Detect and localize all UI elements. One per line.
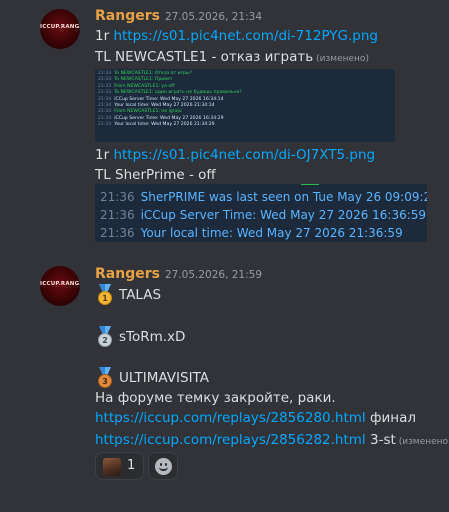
message-2: ICCUP.RANGERS Rangers 27.05.2026, 21:59 bbox=[0, 260, 449, 490]
message-line: 1r https://s01.pic4net.com/di-OJ7XT5.png bbox=[95, 146, 375, 164]
message-line: На форуме темку закройте, раки. bbox=[95, 389, 336, 407]
replay-label: 3-st bbox=[365, 432, 396, 448]
edited-label: (изменено) bbox=[316, 54, 369, 64]
replay-link-2[interactable]: https://iccup.com/replays/2856282.html bbox=[95, 432, 366, 448]
add-reaction-button[interactable] bbox=[148, 452, 178, 480]
avatar-logo-text: ICCUP.RANGERS bbox=[40, 24, 80, 30]
user-emoji-icon bbox=[103, 458, 121, 476]
chat-log-line: 21:36 iCCup Server Time: Wed May 27 2026 … bbox=[100, 208, 427, 222]
timestamp: 27.05.2026, 21:34 bbox=[164, 11, 263, 23]
message-line: https://iccup.com/replays/2856280.html ф… bbox=[95, 409, 416, 427]
second-place-medal-icon: 2 bbox=[95, 326, 115, 348]
place-line-1: 1 TALAS bbox=[95, 284, 161, 306]
message-line: TL NEWCASTLE1 - отказ играть (изменено) bbox=[95, 48, 369, 68]
edited-label: (изменено) bbox=[398, 437, 449, 447]
username[interactable]: Rangers bbox=[95, 266, 160, 282]
message-text: На форуме темку закройте, раки. bbox=[95, 390, 336, 406]
add-reaction-smile-icon bbox=[155, 458, 172, 475]
place-line-3: 3 ULTIMAVISITA bbox=[95, 367, 209, 389]
replay-link-1[interactable]: https://iccup.com/replays/2856280.html bbox=[95, 410, 366, 426]
screenshot-image-1[interactable]: 21:33 To NEWCASTLE1: Отказ от игры? 21:33… bbox=[95, 69, 395, 142]
reaction-count: 1 bbox=[127, 458, 136, 473]
image-link[interactable]: https://s01.pic4net.com/di-712PYG.png bbox=[113, 28, 378, 44]
image-link[interactable]: https://s01.pic4net.com/di-OJ7XT5.png bbox=[113, 147, 375, 163]
cropped-text-fragment bbox=[301, 184, 319, 185]
avatar[interactable]: ICCUP.RANGERS bbox=[40, 266, 80, 306]
line-prefix: 1r bbox=[95, 147, 114, 163]
place-name: ULTIMAVISITA bbox=[119, 370, 209, 386]
username[interactable]: Rangers bbox=[95, 8, 160, 24]
line-prefix: 1r bbox=[95, 28, 114, 44]
message-line: TL SherPrime - off bbox=[95, 166, 216, 184]
first-place-medal-icon: 1 bbox=[95, 284, 115, 306]
chat-log-line: 21:34 Your local time: Wed May 27 2026 21… bbox=[98, 122, 215, 128]
avatar-logo-text: ICCUP.RANGERS bbox=[40, 281, 80, 287]
avatar[interactable]: ICCUP.RANGERS bbox=[40, 9, 80, 49]
message-header: Rangers 27.05.2026, 21:34 bbox=[95, 8, 262, 24]
replay-label: финал bbox=[365, 410, 417, 426]
third-place-medal-icon: 3 bbox=[95, 367, 115, 389]
chat-log-line: 21:36 Your local time: Wed May 27 2026 21… bbox=[100, 226, 403, 240]
message-header: Rangers 27.05.2026, 21:59 bbox=[95, 266, 262, 282]
message-1: ICCUP.RANGERS Rangers 27.05.2026, 21:34 1… bbox=[0, 0, 449, 260]
place-name: sToRm.xD bbox=[119, 329, 186, 345]
screenshot-image-2[interactable]: 21:36 SherPRIME was last seen on Tue May … bbox=[95, 184, 427, 242]
place-name: TALAS bbox=[119, 287, 162, 303]
reaction-button[interactable]: 1 bbox=[95, 452, 144, 480]
message-text: TL NEWCASTLE1 - отказ играть bbox=[95, 49, 314, 65]
timestamp: 27.05.2026, 21:59 bbox=[164, 269, 263, 281]
chat-log-line: 21:36 SherPRIME was last seen on Tue May … bbox=[100, 190, 427, 204]
place-line-2: 2 sToRm.xD bbox=[95, 326, 185, 348]
message-line: https://iccup.com/replays/2856282.html 3… bbox=[95, 431, 449, 451]
message-line: 1r https://s01.pic4net.com/di-712PYG.png bbox=[95, 27, 378, 45]
message-text: TL SherPrime - off bbox=[95, 167, 216, 183]
